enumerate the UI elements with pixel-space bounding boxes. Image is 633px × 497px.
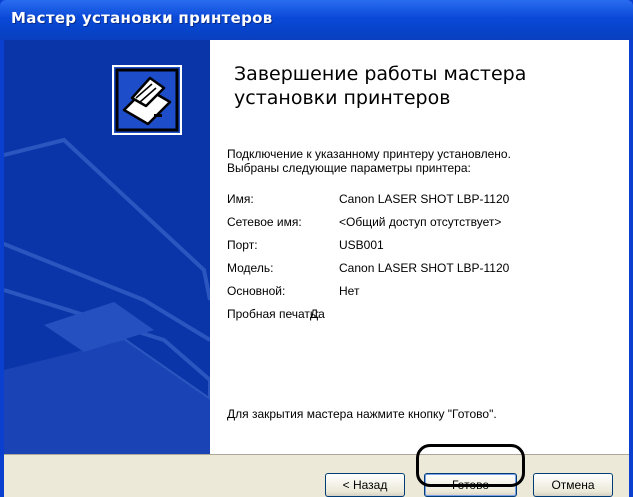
window-border-right	[629, 40, 633, 497]
title-bar[interactable]: Мастер установки принтеров	[0, 0, 633, 40]
finish-button-highlight	[416, 444, 525, 487]
param-key: Порт:	[227, 238, 258, 252]
param-value: Да	[310, 307, 325, 321]
wizard-banner	[4, 40, 210, 497]
cancel-button[interactable]: Отмена	[533, 473, 613, 497]
intro-text: Подключение к указанному принтеру устано…	[227, 147, 511, 175]
page-title: Завершение работы мастера установки прин…	[234, 63, 527, 109]
button-bar: < Назад Готово Отмена	[4, 454, 629, 497]
param-value: Нет	[339, 284, 360, 298]
param-key: Модель:	[227, 261, 274, 275]
finish-hint-text: Для закрытия мастера нажмите кнопку "Гот…	[227, 407, 497, 421]
param-value: USB001	[339, 238, 384, 252]
param-key: Основной:	[227, 284, 286, 298]
wizard-content: Завершение работы мастера установки прин…	[210, 40, 629, 454]
param-value: Canon LASER SHOT LBP-1120	[339, 192, 510, 206]
window-title: Мастер установки принтеров	[11, 9, 273, 27]
intro-line-2: Выбраны следующие параметры принтера:	[227, 161, 471, 175]
param-key: Имя:	[227, 192, 254, 206]
intro-line-1: Подключение к указанному принтеру устано…	[227, 147, 511, 161]
param-value: <Общий доступ отсутствует>	[339, 215, 502, 229]
wizard-window: Мастер установки принтеров Завершение ра…	[0, 0, 633, 497]
back-button[interactable]: < Назад	[325, 473, 405, 497]
printer-icon	[112, 65, 182, 135]
banner-graphic	[4, 40, 210, 497]
wizard-client-area: Завершение работы мастера установки прин…	[4, 40, 629, 497]
param-key: Сетевое имя:	[227, 215, 302, 229]
param-value: Canon LASER SHOT LBP-1120	[339, 261, 510, 275]
